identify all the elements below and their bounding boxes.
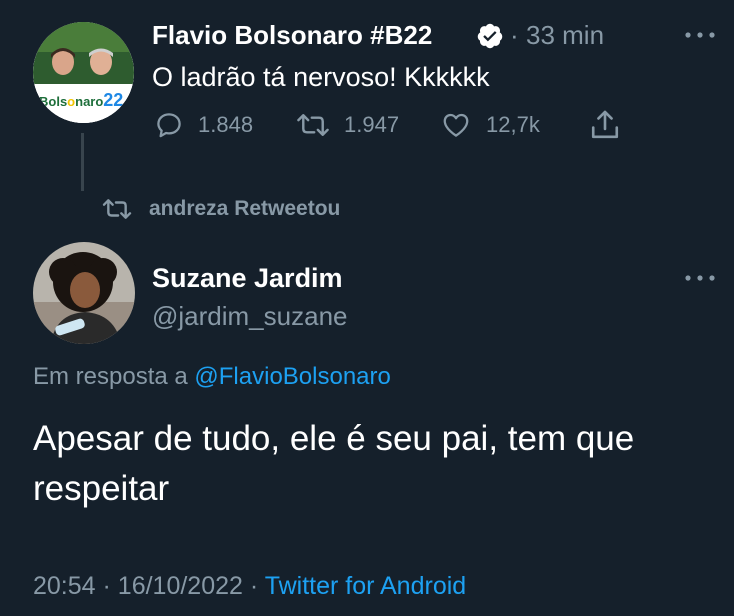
reply-count: 1.848 — [198, 112, 254, 137]
tweet-metadata: 20:54 · 16/10/2022 · Twitter for Android — [33, 570, 466, 602]
tweet-text: Apesar de tudo, ele é seu pai, tem que r… — [33, 419, 635, 508]
author-name[interactable]: Flavio Bolsonaro #B22 — [152, 19, 432, 51]
retweet-notice[interactable]: andreza Retweetou — [101, 196, 340, 222]
author-handle[interactable]: @jardim_suzane — [152, 300, 347, 332]
retweet-notice-text: andreza Retweetou — [149, 197, 341, 220]
reply-context: Em resposta a @FlavioBolsonaro — [33, 362, 391, 392]
share-button[interactable] — [589, 108, 635, 142]
retweet-button[interactable]: 1.947 — [296, 110, 399, 140]
separator-dot: · — [510, 20, 519, 50]
avatar-image: Bolsonaro22 — [33, 22, 134, 123]
avatar-image — [33, 242, 135, 344]
reply-prefix: Em resposta a — [33, 363, 188, 390]
like-icon — [443, 113, 469, 137]
retweet-count: 1.947 — [344, 112, 400, 137]
avatar-flavio[interactable]: Bolsonaro22 — [33, 22, 134, 123]
share-icon — [591, 110, 619, 139]
separator-dot: · — [249, 572, 259, 600]
tweet-source-link[interactable]: Twitter for Android — [265, 572, 466, 600]
separator-dot: · — [102, 572, 111, 600]
tweet-time-ago[interactable]: 33 min — [526, 19, 604, 51]
reply-to-link[interactable]: @FlavioBolsonaro — [194, 363, 390, 390]
more-options-icon[interactable] — [682, 265, 718, 291]
avatar-suzane[interactable] — [33, 242, 135, 344]
like-button[interactable]: 12,7k — [440, 110, 540, 140]
thread-line — [81, 133, 84, 191]
reply-icon — [157, 113, 181, 138]
retweet-icon — [297, 114, 329, 136]
tweet-time[interactable]: 20:54 — [33, 572, 96, 600]
like-count: 12,7k — [486, 112, 540, 137]
reply-button[interactable]: 1.848 — [154, 110, 253, 140]
tweet-date[interactable]: 16/10/2022 — [118, 572, 243, 600]
verified-badge-icon — [476, 22, 504, 50]
tweet-text: O ladrão tá nervoso! Kkkkkk — [152, 62, 490, 92]
author-name[interactable]: Suzane Jardim — [152, 262, 343, 294]
retweet-icon — [102, 199, 132, 219]
more-options-icon[interactable] — [682, 22, 718, 48]
